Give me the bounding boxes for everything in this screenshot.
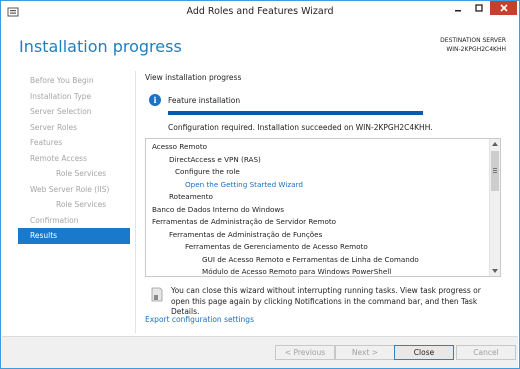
results-lines: Acesso Remoto DirectAccess e VPN (RAS) Con… bbox=[152, 141, 488, 276]
destination-label: DESTINATION SERVER bbox=[440, 37, 506, 44]
next-button[interactable]: Next > bbox=[335, 345, 395, 360]
maximize-icon bbox=[475, 4, 483, 12]
result-line: Ferramentas de Administração de Funções bbox=[169, 229, 323, 239]
nav-item-server-selection: Server Selection bbox=[30, 107, 92, 116]
nav-item-confirmation: Confirmation bbox=[30, 215, 79, 225]
result-line[interactable]: Open the Getting Started Wizard bbox=[152, 179, 488, 192]
note-flag-icon bbox=[151, 287, 163, 302]
maximize-button[interactable] bbox=[469, 1, 489, 15]
destination-server-name: WIN-2KPGH2C4KHH bbox=[446, 46, 506, 53]
installation-status-text: Configuration required. Installation suc… bbox=[168, 123, 433, 132]
nav-item-before-you-begin: Before You Begin bbox=[30, 76, 94, 85]
nav-item-features: Features bbox=[30, 138, 63, 147]
result-line: Módulo de Acesso Remoto para Windows Pow… bbox=[202, 267, 392, 276]
cancel-button[interactable]: Cancel bbox=[456, 345, 516, 360]
scroll-up-icon[interactable] bbox=[492, 142, 498, 146]
result-line: Configure the role bbox=[175, 167, 240, 176]
result-line: Acesso Remoto bbox=[152, 142, 208, 151]
result-line: DirectAccess e VPN (RAS) bbox=[169, 154, 261, 164]
previous-button[interactable]: < Previous bbox=[275, 345, 335, 360]
section-heading: View installation progress bbox=[145, 73, 242, 82]
nav-item-results[interactable]: Results bbox=[18, 228, 130, 244]
result-line: Banco de Dados Interno do Windows bbox=[152, 204, 285, 214]
wizard-nav: Before You Begin Installation Type Serve… bbox=[18, 73, 130, 244]
close-button[interactable]: Close bbox=[394, 345, 454, 360]
result-line: GUI de Acesso Remoto e Ferramentas de Li… bbox=[202, 254, 419, 264]
nav-item-server-roles: Server Roles bbox=[30, 122, 78, 132]
close-window-button[interactable] bbox=[490, 1, 517, 15]
close-icon bbox=[499, 4, 508, 12]
minimize-button[interactable] bbox=[448, 1, 468, 15]
title-bar[interactable]: Add Roles and Features Wizard bbox=[1, 1, 519, 23]
page-title: Installation progress bbox=[19, 37, 182, 56]
results-scrollbar[interactable] bbox=[489, 139, 500, 276]
nav-item-installation-type: Installation Type bbox=[30, 91, 92, 101]
results-list[interactable]: Acesso Remoto DirectAccess e VPN (RAS) Con… bbox=[145, 138, 501, 277]
nav-item-role-services-iis: Role Services bbox=[56, 200, 107, 209]
export-configuration-link[interactable]: Export configuration settings bbox=[145, 315, 254, 324]
result-line: Ferramentas de Administração de Servidor… bbox=[152, 217, 337, 226]
scroll-thumb[interactable] bbox=[491, 151, 499, 191]
minimize-icon bbox=[455, 10, 461, 12]
wizard-window: Add Roles and Features Wizard Installati… bbox=[0, 0, 520, 369]
result-line: Roteamento bbox=[169, 192, 213, 201]
note-text: You can close this wizard without interr… bbox=[171, 286, 481, 316]
feature-installation-label: Feature installation bbox=[168, 96, 241, 105]
window-title: Add Roles and Features Wizard bbox=[186, 6, 334, 17]
installation-progress-bar bbox=[168, 111, 423, 115]
nav-item-remote-access: Remote Access bbox=[30, 153, 87, 163]
nav-item-web-server-role: Web Server Role (IIS) bbox=[30, 184, 110, 194]
result-line: Ferramentas de Gerenciamento de Acesso R… bbox=[185, 242, 368, 251]
nav-item-role-services: Role Services bbox=[56, 169, 107, 178]
wizard-header: Installation progress DESTINATION SERVER… bbox=[2, 23, 518, 69]
nav-divider bbox=[135, 71, 136, 333]
info-icon: i bbox=[149, 94, 161, 106]
wizard-footer: < Previous Next > Close Cancel bbox=[2, 336, 518, 368]
scroll-down-icon[interactable] bbox=[492, 269, 498, 273]
destination-server-info: DESTINATION SERVER WIN-2KPGH2C4KHH bbox=[440, 36, 506, 54]
